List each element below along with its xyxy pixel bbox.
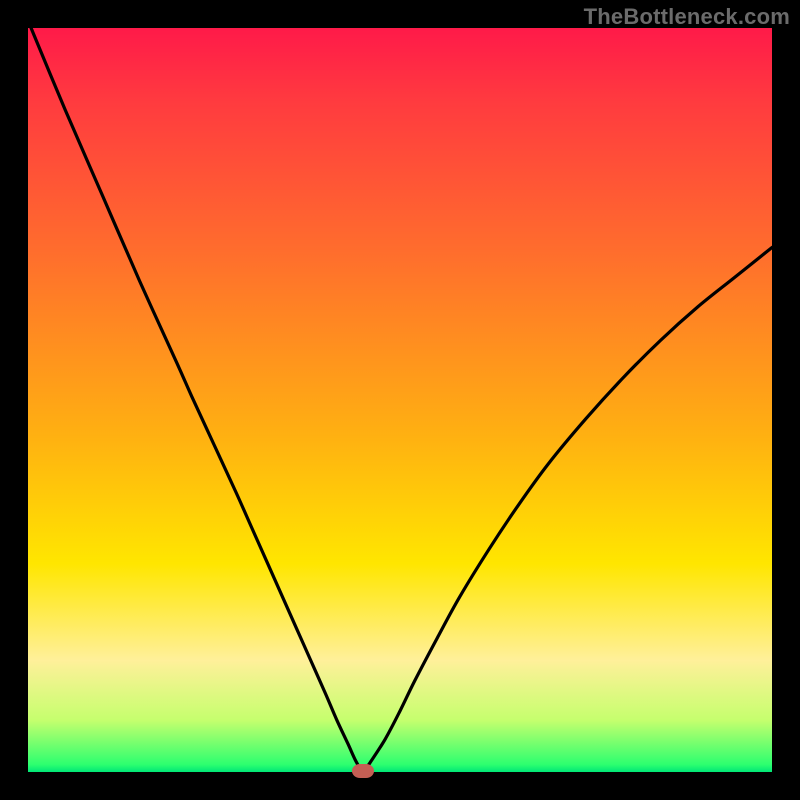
bottleneck-curve (28, 28, 772, 772)
minimum-marker (352, 764, 374, 778)
watermark-text: TheBottleneck.com (584, 4, 790, 30)
plot-area (28, 28, 772, 772)
chart-frame: TheBottleneck.com (0, 0, 800, 800)
